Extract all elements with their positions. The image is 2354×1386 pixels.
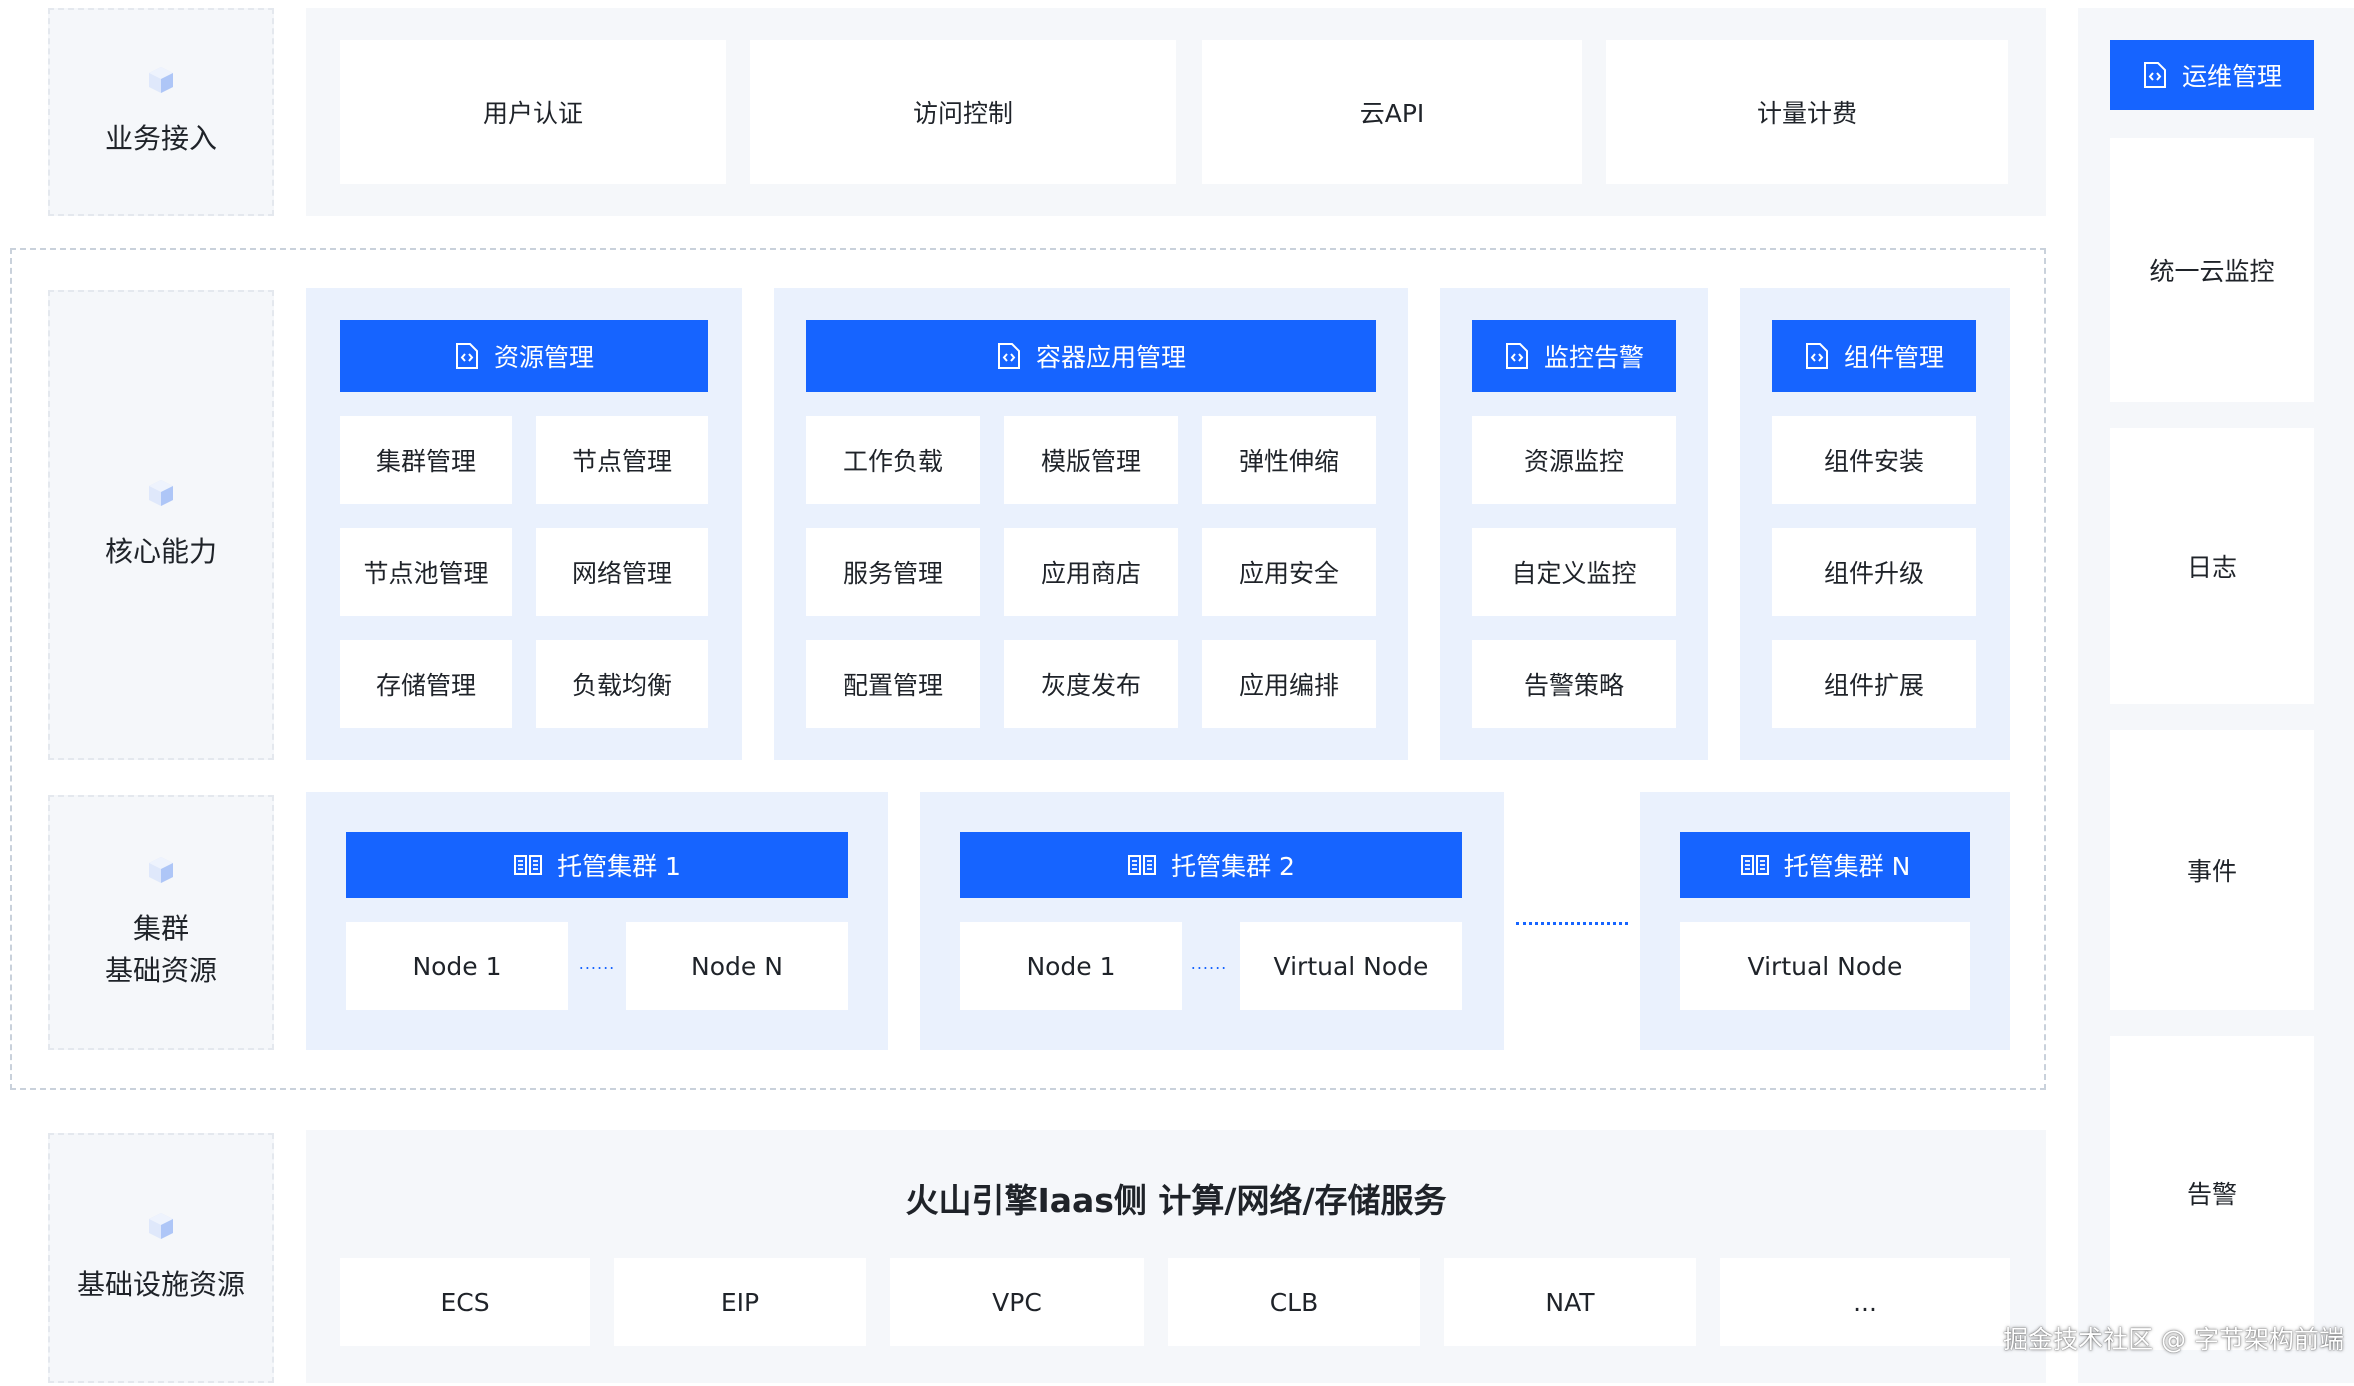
code-file-icon [997, 343, 1020, 369]
cluster-1-header: 托管集群 1 [346, 832, 848, 898]
core-item: 负载均衡 [536, 640, 708, 728]
cluster-2-header: 托管集群 2 [960, 832, 1462, 898]
layer-label-infrastructure: 基础设施资源 [48, 1133, 274, 1383]
node-ellipsis: ...... [578, 954, 616, 973]
core-item: 服务管理 [806, 528, 980, 616]
business-item-user-auth: 用户认证 [340, 40, 726, 184]
ops-item-alerts: 告警 [2110, 1036, 2314, 1350]
monitoring-alerts-title: 监控告警 [1543, 343, 1644, 372]
book-icon [1740, 855, 1769, 875]
core-item: 配置管理 [806, 640, 980, 728]
ops-item-unified-monitoring: 统一云监控 [2110, 138, 2314, 402]
code-file-icon [1805, 343, 1828, 369]
core-item: 灰度发布 [1004, 640, 1178, 728]
core-item: 工作负载 [806, 416, 980, 504]
layer-label-text: 基础设施资源 [76, 1268, 245, 1301]
layer-label-text: 业务接入 [104, 122, 217, 155]
cluster-connector-dots [1516, 922, 1628, 925]
infra-item-nat: NAT [1444, 1258, 1696, 1346]
core-item: 告警策略 [1472, 640, 1676, 728]
business-item-cloud-api: 云API [1202, 40, 1582, 184]
core-item: 应用商店 [1004, 528, 1178, 616]
monitoring-alerts-header: 监控告警 [1472, 320, 1676, 392]
cube-icon [149, 1213, 173, 1239]
code-file-icon [2143, 62, 2166, 88]
cluster-1-title: 托管集群 1 [557, 852, 681, 881]
business-item-metering-billing: 计量计费 [1606, 40, 2008, 184]
ops-title: 运维管理 [2181, 62, 2282, 91]
ops-item-events: 事件 [2110, 730, 2314, 1010]
layer-label-business-access: 业务接入 [48, 8, 274, 216]
cluster-2-title: 托管集群 2 [1171, 852, 1295, 881]
container-app-mgmt-title: 容器应用管理 [1035, 343, 1186, 372]
code-file-icon [1505, 343, 1528, 369]
container-app-mgmt-header: 容器应用管理 [806, 320, 1376, 392]
node-ellipsis: ...... [1190, 954, 1228, 973]
component-mgmt-title: 组件管理 [1843, 343, 1944, 372]
code-file-icon [455, 343, 478, 369]
infra-item-more: ... [1720, 1258, 2010, 1346]
core-item: 自定义监控 [1472, 528, 1676, 616]
core-item: 集群管理 [340, 416, 512, 504]
cluster-n-header: 托管集群 N [1680, 832, 1970, 898]
infra-item-ecs: ECS [340, 1258, 590, 1346]
infra-item-vpc: VPC [890, 1258, 1144, 1346]
watermark: 掘金技术社区 @ 字节架构前端 [2003, 1325, 2344, 1354]
core-item: 组件升级 [1772, 528, 1976, 616]
core-item: 应用编排 [1202, 640, 1376, 728]
cluster-n-title: 托管集群 N [1783, 852, 1911, 881]
node-card: Node 1 [346, 922, 568, 1010]
core-item: 组件安装 [1772, 416, 1976, 504]
node-card: Virtual Node [1240, 922, 1462, 1010]
core-item: 应用安全 [1202, 528, 1376, 616]
component-mgmt-header: 组件管理 [1772, 320, 1976, 392]
cluster-n-panel [1640, 792, 2010, 1050]
infra-item-clb: CLB [1168, 1258, 1420, 1346]
infrastructure-title: 火山引擎Iaas侧 计算/网络/存储服务 [905, 1181, 1447, 1220]
node-card: Virtual Node [1680, 922, 1970, 1010]
cluster-1-panel [306, 792, 888, 1050]
node-card: Node N [626, 922, 848, 1010]
ops-header: 运维管理 [2110, 40, 2314, 110]
cluster-2-panel [920, 792, 1504, 1050]
book-icon [514, 855, 543, 875]
core-item: 节点管理 [536, 416, 708, 504]
resource-mgmt-header: 资源管理 [340, 320, 708, 392]
core-item: 资源监控 [1472, 416, 1676, 504]
core-item: 节点池管理 [340, 528, 512, 616]
core-item: 组件扩展 [1772, 640, 1976, 728]
infra-item-eip: EIP [614, 1258, 866, 1346]
core-item: 存储管理 [340, 640, 512, 728]
core-item: 网络管理 [536, 528, 708, 616]
resource-mgmt-title: 资源管理 [493, 343, 594, 372]
business-item-access-control: 访问控制 [750, 40, 1176, 184]
node-card: Node 1 [960, 922, 1182, 1010]
cube-icon [149, 67, 173, 93]
ops-item-logs: 日志 [2110, 428, 2314, 704]
core-item: 模版管理 [1004, 416, 1178, 504]
core-item: 弹性伸缩 [1202, 416, 1376, 504]
book-icon [1128, 855, 1157, 875]
